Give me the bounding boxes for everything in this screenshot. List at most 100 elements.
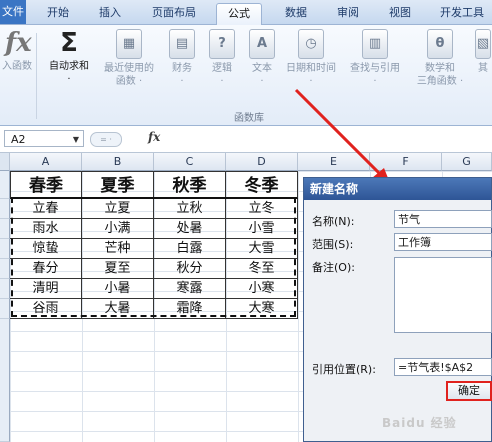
column-header-d[interactable]: D: [226, 153, 298, 171]
tab-home[interactable]: 开始: [38, 3, 78, 24]
logical-dropdown: ·: [220, 76, 224, 87]
table-cell[interactable]: 立春: [10, 199, 82, 219]
table-header-cell[interactable]: 冬季: [226, 171, 298, 199]
column-header-g[interactable]: G: [442, 153, 492, 171]
column-header-c[interactable]: C: [154, 153, 226, 171]
more-book-icon: ▧: [475, 29, 491, 59]
date-time-button[interactable]: ◷ 日期和时间 ·: [282, 29, 340, 88]
table-cell[interactable]: 处暑: [154, 219, 226, 239]
insert-function-label: 入函数: [2, 61, 32, 72]
column-header-f[interactable]: F: [370, 153, 442, 171]
table-cell[interactable]: 立夏: [82, 199, 154, 219]
table-cell[interactable]: 芒种: [82, 239, 154, 259]
table-cell[interactable]: 寒露: [154, 279, 226, 299]
table-cell[interactable]: 立冬: [226, 199, 298, 219]
row-header[interactable]: [0, 171, 10, 199]
more-functions-button[interactable]: ▧ 其: [474, 29, 492, 75]
row-header[interactable]: [0, 199, 10, 219]
ok-button[interactable]: 确定: [446, 381, 492, 401]
name-box[interactable]: A2 ▼: [4, 130, 84, 147]
table-cell[interactable]: 清明: [10, 279, 82, 299]
table-cell[interactable]: 大暑: [82, 299, 154, 319]
table-cell[interactable]: 春分: [10, 259, 82, 279]
table-cell[interactable]: 夏至: [82, 259, 154, 279]
recently-used-label-2: 函数 ·: [115, 76, 143, 87]
table-header-cell[interactable]: 秋季: [154, 171, 226, 199]
tab-file[interactable]: 文件: [0, 0, 26, 24]
table-header-cell[interactable]: 夏季: [82, 171, 154, 199]
financial-dropdown: ·: [180, 76, 184, 87]
column-header-e[interactable]: E: [298, 153, 370, 171]
table-header-cell[interactable]: 春季: [10, 171, 82, 199]
logical-button[interactable]: ? 逻辑 ·: [204, 29, 240, 88]
table-cell[interactable]: 霜降: [154, 299, 226, 319]
table-cell[interactable]: 惊蛰: [10, 239, 82, 259]
row-header[interactable]: [0, 259, 10, 279]
sigma-icon: Σ: [60, 28, 78, 58]
row-header[interactable]: [0, 279, 10, 299]
table-cell[interactable]: 雨水: [10, 219, 82, 239]
more-functions-label: 其: [478, 63, 488, 74]
tab-insert[interactable]: 插入: [90, 3, 130, 24]
name-input[interactable]: 节气: [394, 210, 492, 228]
table-cell[interactable]: 白露: [154, 239, 226, 259]
lookup-reference-label: 查找与引用: [350, 63, 400, 74]
column-header-a[interactable]: A: [10, 153, 82, 171]
fx-icon: fx: [5, 28, 32, 58]
scope-select[interactable]: 工作簿: [394, 233, 492, 251]
insert-function-button[interactable]: fx 入函数: [0, 29, 34, 73]
scope-label: 范围(S):: [312, 238, 354, 251]
ribbon-separator: [36, 33, 37, 119]
function-library-label: 函数库: [234, 113, 264, 124]
comment-label: 备注(O):: [312, 261, 355, 274]
table-cell[interactable]: 秋分: [154, 259, 226, 279]
table-cell[interactable]: 立秋: [154, 199, 226, 219]
text-book-icon: A: [249, 29, 275, 59]
text-label: 文本: [252, 63, 272, 74]
tab-formulas[interactable]: 公式: [216, 3, 262, 25]
table-cell[interactable]: 谷雨: [10, 299, 82, 319]
comment-textarea[interactable]: [394, 257, 492, 333]
row-header[interactable]: [0, 239, 10, 259]
logical-label: 逻辑: [212, 63, 232, 74]
name-box-value: A2: [11, 133, 26, 146]
formula-bar: A2 ▼ = · fx: [0, 126, 492, 153]
math-trig-button[interactable]: θ 数学和 三角函数 ·: [412, 29, 468, 88]
new-name-dialog: 新建名称 名称(N): 节气 范围(S): 工作簿 备注(O): 引用位置(R)…: [303, 177, 492, 442]
table-cell[interactable]: 小暑: [82, 279, 154, 299]
financial-button[interactable]: ▤ 财务 ·: [164, 29, 200, 88]
financial-label: 财务: [172, 63, 192, 74]
table-cell[interactable]: 小寒: [226, 279, 298, 299]
lookup-book-icon: ▥: [362, 29, 388, 59]
recently-used-button[interactable]: ▦ 最近使用的 函数 ·: [98, 29, 160, 88]
insert-function-fx-icon[interactable]: fx: [148, 130, 160, 144]
tab-review[interactable]: 审阅: [328, 3, 368, 24]
lookup-reference-button[interactable]: ▥ 查找与引用 ·: [344, 29, 406, 88]
refers-to-input[interactable]: =节气表!$A$2: [394, 358, 492, 376]
select-all-corner[interactable]: [0, 153, 10, 171]
math-trig-label: 数学和: [425, 63, 455, 74]
dialog-title[interactable]: 新建名称: [304, 178, 491, 200]
chevron-down-icon[interactable]: ▼: [73, 131, 79, 148]
tab-page-layout[interactable]: 页面布局: [142, 3, 206, 24]
formula-toggle[interactable]: = ·: [90, 132, 122, 147]
row-header[interactable]: [0, 319, 10, 442]
tab-view[interactable]: 视图: [380, 3, 420, 24]
date-time-label: 日期和时间: [286, 63, 336, 74]
table-cell[interactable]: 大寒: [226, 299, 298, 319]
row-header[interactable]: [0, 219, 10, 239]
tab-data[interactable]: 数据: [276, 3, 316, 24]
table-cell[interactable]: 小满: [82, 219, 154, 239]
row-header[interactable]: [0, 299, 10, 319]
tab-developer[interactable]: 开发工具: [432, 3, 492, 24]
table-cell[interactable]: 小雪: [226, 219, 298, 239]
clock-book-icon: ◷: [298, 29, 324, 59]
question-book-icon: ?: [209, 29, 235, 59]
table-cell[interactable]: 冬至: [226, 259, 298, 279]
autosum-button[interactable]: Σ 自动求和 ·: [42, 29, 96, 86]
text-button[interactable]: A 文本 ·: [244, 29, 280, 88]
name-label: 名称(N):: [312, 215, 355, 228]
autosum-dropdown-icon: ·: [67, 74, 71, 85]
table-cell[interactable]: 大雪: [226, 239, 298, 259]
column-header-b[interactable]: B: [82, 153, 154, 171]
